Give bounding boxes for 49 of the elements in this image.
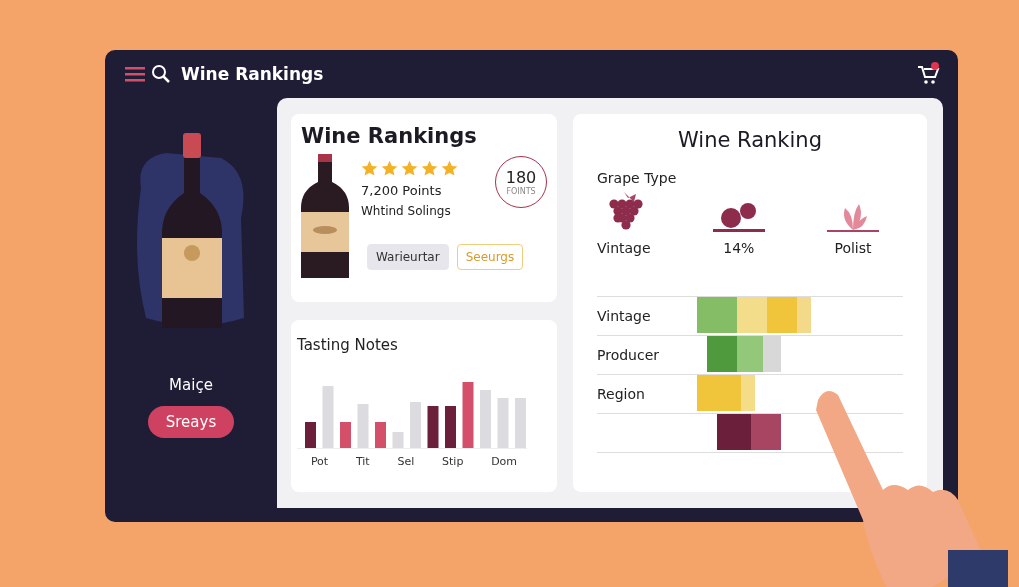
action-button[interactable]: Seeurgs: [456, 244, 524, 270]
axis-label: Pot: [310, 455, 329, 468]
chart-bar: [375, 422, 386, 448]
ranking-stripe-drawing: [697, 375, 755, 411]
chart-bar: [305, 422, 316, 448]
star-icon: [381, 160, 398, 177]
star-icon: [441, 160, 458, 177]
chart-bar: [340, 422, 351, 448]
chart-bar: [480, 390, 491, 448]
app-title: Wine Rankings: [181, 64, 324, 84]
star-icon: [401, 160, 418, 177]
chart-bar: [427, 406, 439, 448]
card-title: Wine Ranking: [677, 128, 823, 152]
chart-bar: [497, 398, 509, 448]
wine-name: Maiçe: [169, 376, 213, 394]
chart-bar: [322, 386, 334, 448]
attribute-label: Polist: [834, 240, 872, 256]
axis-label: Dom: [491, 455, 518, 468]
wine-subtitle: Whtind Solings: [361, 204, 452, 218]
chart-bar: [410, 402, 421, 448]
section-title: Grape Type: [597, 170, 678, 186]
card-title: Tasting Notes: [297, 336, 399, 354]
wine-bottle-icon: [301, 154, 349, 278]
axis-label: Sel: [397, 455, 415, 468]
row-label: Vintage: [597, 308, 652, 324]
attribute-label: 14%: [723, 240, 755, 256]
chart-bar: [462, 382, 474, 448]
star-icon: [421, 160, 438, 177]
score-unit: FOINTS: [506, 187, 536, 196]
search-icon[interactable]: [151, 64, 171, 84]
attribute-label: Vintage: [597, 240, 651, 256]
chart-bar: [392, 432, 404, 448]
ranking-stripe-drawing: [717, 414, 781, 450]
cart-icon[interactable]: [916, 62, 940, 86]
row-label: Region: [597, 386, 646, 402]
axis-label: Tit: [355, 455, 370, 468]
sidebar-button[interactable]: Sreays: [147, 406, 235, 438]
star-icon: [361, 160, 378, 177]
action-button[interactable]: Warieurtar: [367, 244, 449, 270]
chart-bar: [445, 406, 456, 448]
row-label: Producer: [597, 347, 661, 363]
chart-bar: [515, 398, 526, 448]
points-text: 7,200 Points: [361, 183, 443, 198]
score-value: 180: [505, 168, 537, 187]
card-title: Wine Rankings: [301, 124, 478, 148]
axis-label: Stip: [442, 455, 464, 468]
fruit-icon: [712, 200, 765, 234]
chart-bar: [357, 404, 369, 448]
menu-icon[interactable]: [125, 66, 145, 82]
